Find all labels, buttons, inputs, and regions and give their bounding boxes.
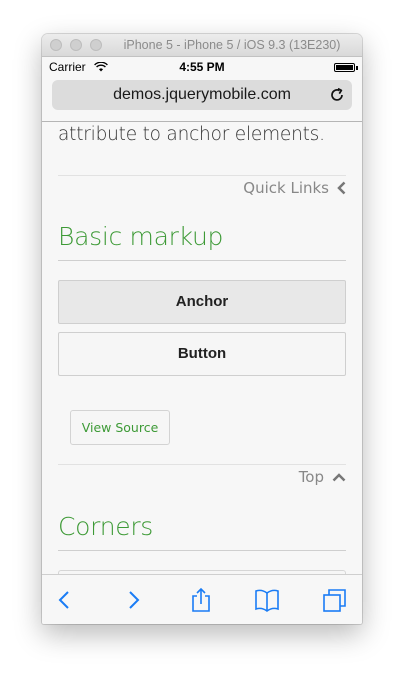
address-bar[interactable]: demos.jquerymobile.com — [52, 80, 352, 110]
button-button[interactable]: Button — [58, 332, 346, 376]
quick-links-link[interactable]: Quick Links — [243, 179, 346, 197]
title-bar: iPhone 5 - iPhone 5 / iOS 9.3 (13E230) — [42, 34, 362, 57]
minimize-window-button[interactable] — [70, 39, 82, 51]
quick-links-label: Quick Links — [243, 179, 329, 197]
url-text[interactable]: demos.jquerymobile.com — [52, 80, 352, 110]
status-bar: Carrier 4:55 PM — [42, 57, 362, 77]
zoom-window-button[interactable] — [90, 39, 102, 51]
section-heading-corners: Corners — [58, 512, 154, 541]
divider — [58, 175, 346, 176]
forward-arrow-icon[interactable] — [120, 587, 146, 613]
divider — [58, 464, 346, 465]
top-label: Top — [298, 468, 324, 486]
battery-tip — [356, 66, 358, 70]
address-bar-area: demos.jquerymobile.com — [42, 77, 362, 122]
window-title: iPhone 5 - iPhone 5 / iOS 9.3 (13E230) — [123, 38, 341, 52]
simulator-window: iPhone 5 - iPhone 5 / iOS 9.3 (13E230) C… — [42, 34, 362, 624]
chevron-up-icon — [332, 472, 346, 481]
tabs-icon[interactable] — [322, 587, 348, 613]
top-link[interactable]: Top — [299, 468, 346, 486]
back-arrow-icon[interactable] — [52, 587, 78, 613]
section-heading-basic-markup: Basic markup — [58, 222, 224, 251]
safari-toolbar — [42, 574, 362, 624]
close-window-button[interactable] — [50, 39, 62, 51]
anchor-button[interactable]: Anchor — [58, 280, 346, 324]
battery-icon — [334, 63, 355, 72]
intro-text: attribute to anchor elements. — [58, 124, 325, 145]
heading-divider — [58, 550, 346, 551]
status-time: 4:55 PM — [179, 60, 225, 74]
chevron-left-icon — [337, 181, 346, 195]
bookmarks-icon[interactable] — [254, 587, 280, 613]
reload-icon[interactable] — [328, 86, 346, 104]
heading-divider — [58, 260, 346, 261]
share-icon[interactable] — [188, 587, 214, 613]
page-content: attribute to anchor elements. Quick Link… — [42, 122, 362, 574]
view-source-button[interactable]: View Source — [70, 410, 170, 445]
